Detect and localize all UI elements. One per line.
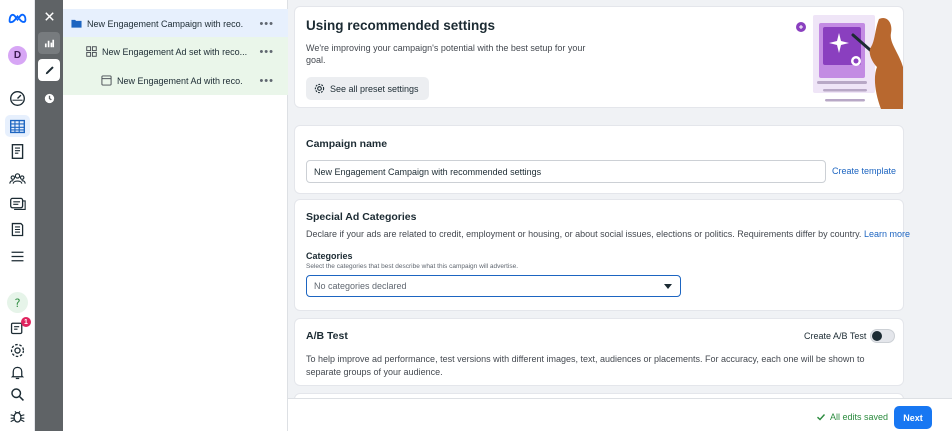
recommended-description: We're improving your campaign's potentia… — [306, 43, 586, 65]
billing-icon[interactable] — [8, 220, 27, 239]
save-status: All edits saved — [816, 412, 888, 422]
ab-test-card: A/B Test Create A/B Test To help improve… — [294, 318, 904, 386]
help-icon[interactable]: ? — [8, 293, 27, 312]
special-ad-categories-text: Declare if your ads are related to credi… — [306, 229, 862, 239]
folder-icon — [70, 18, 82, 30]
tree-item-adset[interactable]: New Engagement Ad set with reco... ••• — [63, 37, 288, 66]
create-template-link[interactable]: Create template — [832, 166, 896, 176]
categories-help-text: Select the categories that best describe… — [306, 263, 519, 270]
meta-logo-icon[interactable] — [7, 8, 28, 27]
check-icon — [817, 414, 826, 421]
campaign-name-card: Campaign name New Engagement Campaign wi… — [294, 125, 904, 194]
edit-button[interactable] — [38, 59, 60, 81]
bottom-action-bar: All edits saved Next — [288, 398, 952, 431]
tree-item-label: New Engagement Ad with reco... — [117, 75, 243, 86]
campaign-tree: New Engagement Campaign with reco... •••… — [63, 0, 288, 431]
toggle-knob — [872, 331, 882, 341]
ab-test-description: To help improve ad performance, test ver… — [306, 354, 865, 377]
menu-icon[interactable] — [8, 247, 27, 266]
app-rail: D ? 1 — [0, 0, 35, 431]
campaigns-icon[interactable] — [8, 194, 27, 213]
ads-manager-icon[interactable] — [8, 117, 27, 136]
tree-item-campaign[interactable]: New Engagement Campaign with reco... ••• — [63, 9, 288, 38]
edit-icon — [45, 65, 54, 74]
special-ad-categories-heading: Special Ad Categories — [306, 211, 417, 223]
tree-item-label: New Engagement Campaign with reco... — [87, 18, 243, 29]
more-options-icon[interactable]: ••• — [259, 46, 274, 58]
categories-dropdown[interactable]: No categories declared — [306, 275, 681, 297]
main-content: Using recommended settings We're improvi… — [288, 0, 952, 431]
search-icon[interactable] — [8, 385, 27, 404]
special-ad-categories-card: Special Ad Categories Declare if your ad… — [294, 199, 910, 311]
campaign-name-heading: Campaign name — [306, 138, 388, 150]
avatar[interactable]: D — [8, 46, 27, 65]
save-status-label: All edits saved — [830, 412, 889, 422]
tree-item-ad[interactable]: New Engagement Ad with reco... ••• — [63, 66, 288, 95]
notification-badge: 1 — [21, 317, 31, 327]
chart-button[interactable] — [38, 32, 60, 54]
next-button[interactable]: Next — [894, 406, 932, 429]
see-preset-settings-button[interactable]: See all preset settings — [306, 77, 429, 100]
bell-icon[interactable] — [8, 363, 27, 382]
svg-text:?: ? — [15, 297, 21, 310]
history-icon — [44, 93, 54, 103]
recommended-title: Using recommended settings — [306, 18, 496, 33]
chart-icon — [44, 39, 54, 47]
ad-icon — [100, 75, 112, 87]
more-options-icon[interactable]: ••• — [259, 75, 274, 87]
close-icon — [44, 11, 54, 21]
learn-more-link[interactable]: Learn more — [864, 229, 910, 239]
create-ab-test-toggle[interactable] — [870, 329, 895, 343]
tree-item-label: New Engagement Ad set with reco... — [102, 46, 248, 57]
bug-icon[interactable] — [8, 407, 27, 426]
categories-dropdown-value: No categories declared — [314, 281, 407, 291]
audiences-icon[interactable] — [8, 169, 27, 188]
tool-strip — [35, 0, 63, 431]
adset-grid-icon — [85, 46, 97, 58]
pages-icon[interactable] — [8, 142, 27, 161]
close-button[interactable] — [38, 5, 60, 27]
categories-label: Categories — [306, 251, 353, 261]
create-ab-test-label: Create A/B Test — [804, 331, 867, 341]
more-options-icon[interactable]: ••• — [259, 18, 274, 30]
history-button[interactable] — [38, 87, 60, 109]
recommended-settings-card: Using recommended settings We're improvi… — [294, 6, 904, 109]
magic-wand-illustration — [796, 15, 903, 109]
ab-test-heading: A/B Test — [306, 330, 348, 342]
dashboard-icon[interactable] — [8, 89, 27, 108]
see-preset-settings-label: See all preset settings — [330, 83, 419, 94]
gear-icon — [314, 83, 325, 94]
avatar-initial: D — [13, 50, 22, 61]
settings-icon[interactable] — [8, 341, 27, 360]
campaign-name-input[interactable]: New Engagement Campaign with recommended… — [306, 160, 826, 183]
caret-down-icon — [664, 284, 672, 289]
special-ad-categories-description: Declare if your ads are related to credi… — [306, 229, 910, 239]
